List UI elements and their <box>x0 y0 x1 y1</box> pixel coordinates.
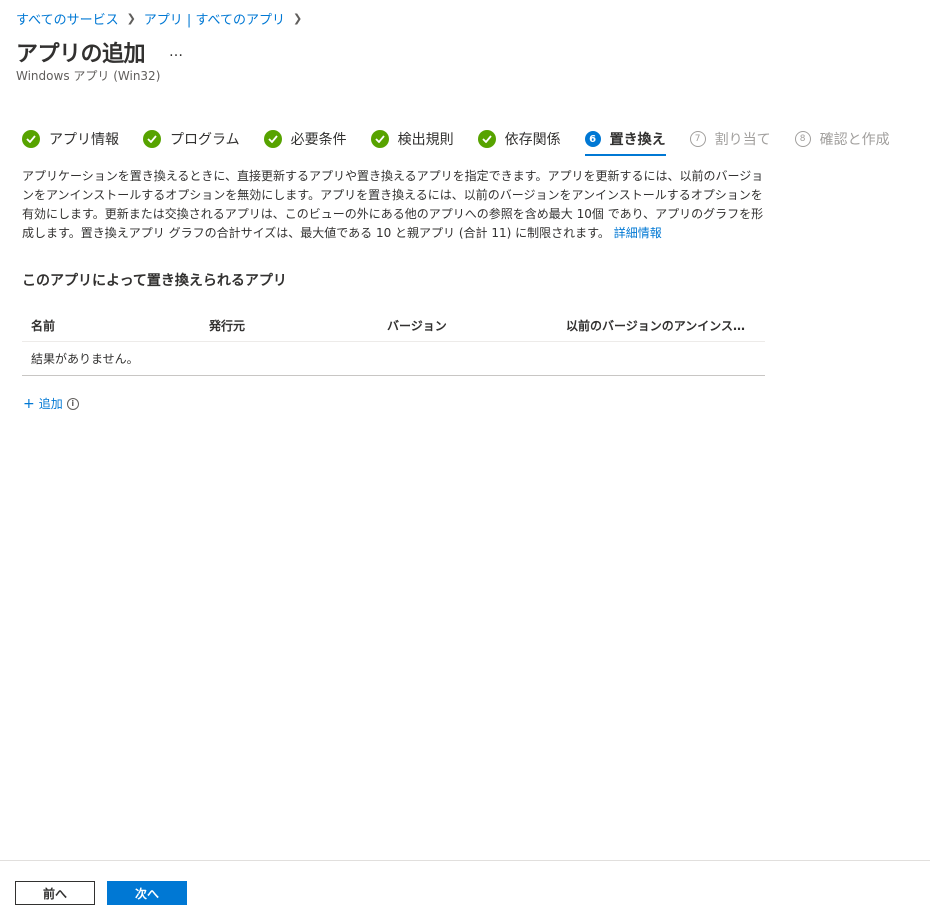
checkmark-icon <box>370 130 389 148</box>
page-title: アプリの追加 <box>16 42 146 67</box>
chevron-right-icon: ❯ <box>126 11 136 25</box>
step-requirements[interactable]: 必要条件 <box>263 128 347 150</box>
step-label: 必要条件 <box>290 132 347 148</box>
breadcrumb-apps-all-apps[interactable]: アプリ | すべてのアプリ <box>144 9 285 28</box>
title-row: アプリの追加 … <box>16 36 184 68</box>
step-dependencies[interactable]: 依存関係 <box>477 128 561 150</box>
column-header-name[interactable]: 名前 <box>22 317 200 334</box>
step-label: 依存関係 <box>504 132 561 148</box>
checkmark-icon <box>143 130 161 148</box>
add-button[interactable]: + 追加 i <box>23 395 79 412</box>
column-header-version[interactable]: バージョン <box>378 317 557 334</box>
column-header-publisher[interactable]: 発行元 <box>200 317 378 334</box>
superseded-apps-table: 名前 発行元 バージョン 以前のバージョンのアンインス… 結果がありません。 <box>22 310 765 376</box>
next-button[interactable]: 次へ <box>107 881 187 905</box>
step-app-info[interactable]: アプリ情報 <box>22 128 119 150</box>
step-review-create: 8 確認と作成 <box>794 128 890 150</box>
table-empty-message: 結果がありません。 <box>22 342 765 376</box>
column-header-uninstall-previous[interactable]: 以前のバージョンのアンインス… <box>557 317 765 334</box>
page-subtitle: Windows アプリ (Win32) <box>16 69 161 83</box>
breadcrumb: すべてのサービス ❯ アプリ | すべてのアプリ ❯ <box>16 9 310 28</box>
more-options-button[interactable]: … <box>169 44 184 60</box>
checkmark-icon <box>477 130 496 148</box>
breadcrumb-all-services[interactable]: すべてのサービス <box>16 9 119 28</box>
section-title: このアプリによって置き換えられるアプリ <box>22 273 287 289</box>
step-supersedence[interactable]: 6 置き換え <box>584 128 666 156</box>
plus-icon: + <box>23 395 35 412</box>
table-header: 名前 発行元 バージョン 以前のバージョンのアンインス… <box>22 310 765 342</box>
description: アプリケーションを置き換えるときに、直接更新するアプリや置き換えるアプリを指定で… <box>22 167 764 243</box>
info-icon[interactable]: i <box>66 397 79 410</box>
step-number-icon: 8 <box>794 131 811 147</box>
learn-more-link[interactable]: 詳細情報 <box>614 226 662 240</box>
previous-button[interactable]: 前へ <box>15 881 95 905</box>
step-label: 置き換え <box>609 132 666 148</box>
step-label: 検出規則 <box>397 132 454 148</box>
checkmark-icon <box>22 130 40 148</box>
chevron-right-icon: ❯ <box>293 11 303 25</box>
step-number-icon: 7 <box>689 131 706 147</box>
wizard-stepper: アプリ情報 プログラム 必要条件 検出規則 依存関係 6 置き換え 7 割り当て… <box>22 128 914 158</box>
step-label: 確認と作成 <box>819 132 890 148</box>
add-label: 追加 <box>38 397 63 411</box>
step-label: 割り当て <box>714 132 771 148</box>
step-detection-rules[interactable]: 検出規則 <box>370 128 454 150</box>
step-number-icon: 6 <box>584 131 601 147</box>
step-assignments: 7 割り当て <box>689 128 771 150</box>
checkmark-icon <box>263 130 282 148</box>
footer-divider <box>0 860 930 861</box>
step-label: プログラム <box>170 132 240 148</box>
step-program[interactable]: プログラム <box>143 128 240 150</box>
step-label: アプリ情報 <box>49 132 119 148</box>
